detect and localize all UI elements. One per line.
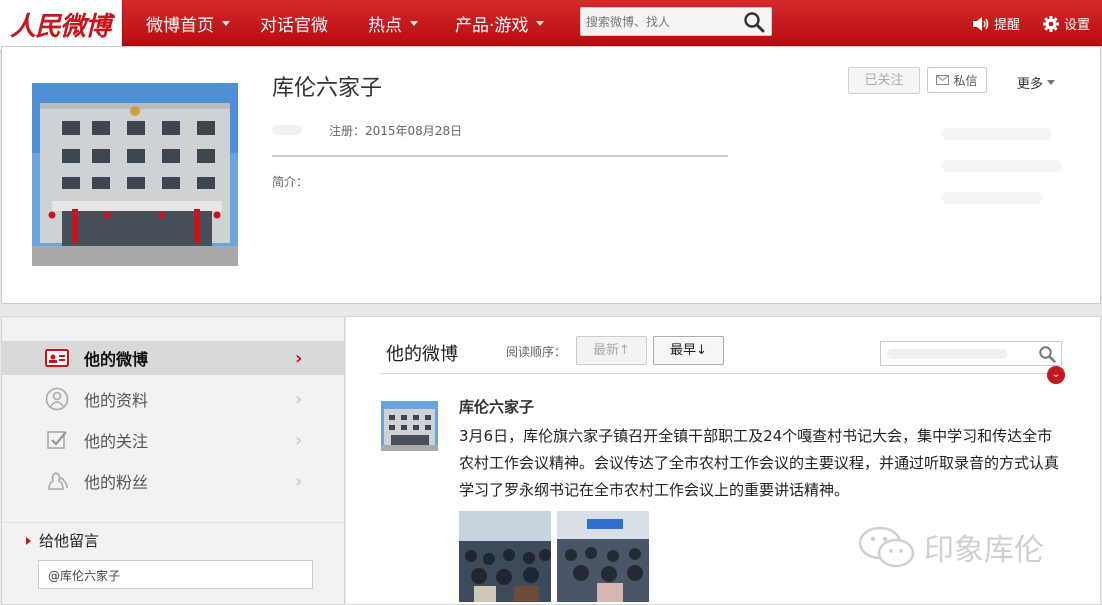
post-avatar[interactable] [381,401,438,451]
sidebar-item-his-weibo[interactable]: 他的微博 › [2,341,345,375]
remind-button[interactable]: 提醒 [972,14,1020,33]
wechat-icon [858,526,915,568]
top-search [580,7,772,36]
sidebar-item-label: 他的微博 [84,350,149,369]
nav-home-label: 微博首页 [146,16,214,36]
bio-label: 简介： [272,175,309,189]
more-label: 更多 [1017,77,1044,92]
feed-search-placeholder [887,349,1007,359]
expand-down-icon[interactable]: ⌄ [1047,366,1065,384]
blurred-location [272,125,302,135]
sidebar-item-his-profile[interactable]: 他的资料 › [2,382,345,416]
private-message-label: 私信 [953,73,978,88]
watermark: 印象库伦 [858,525,1044,569]
sidebar-item-his-following[interactable]: 他的关注 › [2,423,345,457]
post-author[interactable]: 库伦六家子 [459,396,534,417]
private-message-button[interactable]: 私信 [927,67,987,93]
watermark-text: 印象库伦 [924,533,1044,568]
sidebar-item-label: 他的粉丝 [84,473,149,492]
search-input[interactable] [586,12,736,32]
nav-products-games[interactable]: 产品·游戏 [455,11,545,36]
fans-icon [48,472,68,490]
post-image[interactable] [459,511,551,602]
sort-newest-button[interactable]: 最新↑ [576,336,647,365]
envelope-icon [936,75,950,85]
registration-date: 注册：2015年08月28日 [329,124,463,138]
chevron-down-icon [1047,80,1056,85]
sort-oldest-button[interactable]: 最早↓ [653,336,724,365]
post-image[interactable] [557,511,649,602]
nav-hot[interactable]: 热点 [368,11,418,36]
nav-products-games-label: 产品·游戏 [455,16,529,36]
site-logo-text: 人民微博 [10,12,111,42]
leave-message-label: 给他留言 [39,532,100,550]
chevron-right-icon: › [295,429,303,451]
chevron-down-icon [222,21,230,26]
followed-button[interactable]: 已关注 [848,67,920,94]
search-icon[interactable] [1038,345,1056,363]
profile-photo[interactable] [32,83,238,266]
chevron-right-icon: › [295,347,303,369]
feed-search[interactable] [880,341,1062,366]
left-sidebar: 他的微博 › 他的资料 › 他的关注 › 他的粉丝 › 给他留言 @库伦六家子 [1,316,345,605]
read-order-label: 阅读顺序： [506,345,567,359]
gear-icon [1043,15,1059,32]
checkbox-icon [47,431,67,449]
blurred-stats [942,122,1062,242]
more-menu[interactable]: 更多 [1017,73,1056,92]
chevron-right-icon: › [295,388,303,410]
nav-official-dialogue-label: 对话官微 [260,16,328,36]
settings-label: 设置 [1064,18,1091,33]
sidebar-divider [2,522,345,523]
profile-card: 库伦六家子 注册：2015年08月28日 简介： 已关注 私信 更多 [1,46,1101,304]
site-logo[interactable]: 人民微博 [0,0,122,50]
id-card-icon [45,349,69,367]
triangle-right-icon [26,536,31,545]
profile-divider [272,155,728,157]
top-navigation-bar: 人民微博 微博首页 对话官微 热点 产品·游戏 提醒 [0,0,1102,50]
leave-message-title: 给他留言 [26,530,99,551]
leave-message-input[interactable]: @库伦六家子 [38,560,313,589]
feed-divider [380,373,1064,374]
settings-button[interactable]: 设置 [1042,14,1090,33]
chevron-right-icon: › [295,470,303,492]
nav-home[interactable]: 微博首页 [146,11,230,36]
sidebar-item-label: 他的资料 [84,391,149,410]
chevron-down-icon [536,21,545,26]
feed-title: 他的微博 [386,344,458,365]
profile-name: 库伦六家子 [272,76,383,101]
person-icon [45,387,69,411]
search-icon[interactable] [743,11,765,33]
post-text: 3月6日，库伦旗六家子镇召开全镇干部职工及24个嘎查村书记大会，集中学习和传达全… [459,427,1060,499]
nav-hot-label: 热点 [368,16,402,36]
speaker-icon [973,16,989,31]
sidebar-item-label: 他的关注 [84,432,149,451]
sidebar-item-his-fans[interactable]: 他的粉丝 › [2,464,345,498]
remind-label: 提醒 [994,18,1021,33]
nav-official-dialogue[interactable]: 对话官微 [260,11,328,36]
chevron-down-icon [410,21,418,26]
